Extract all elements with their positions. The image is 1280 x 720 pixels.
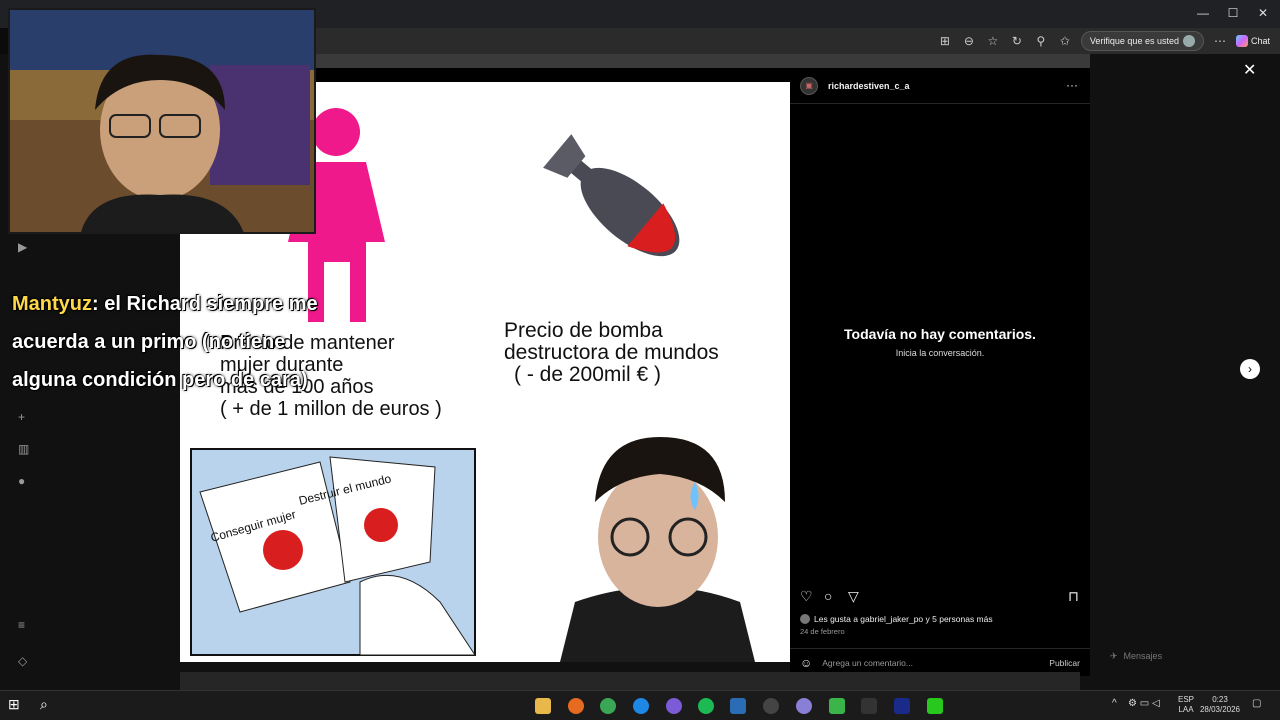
extensions-icon[interactable]: ⚲ [1033,34,1049,48]
meme-right-text: Precio de bomba destructora de mundos ( … [504,320,719,386]
clock-date: 28/03/2026 [1199,705,1241,714]
copilot-chat-button[interactable]: Chat [1235,35,1270,47]
messages-icon: ✈ [1110,650,1118,661]
minimize-button[interactable]: — [1188,6,1218,20]
apps-icon[interactable]: ⊞ [937,34,953,48]
verify-profile-button[interactable]: Verifique que es usted [1080,31,1204,51]
chat-label: Chat [1250,36,1270,46]
windows-taskbar: ⊞ ⌕ ^ ⚙ ▭ ◁ ESP LAA 0:23 28/03/2026 ▢ [0,690,1280,720]
more-menu-icon[interactable]: ⋯ [1212,34,1228,48]
meme-right-line3: ( - de 200mil € ) [514,363,662,386]
emoji-icon[interactable]: ☺ [800,656,812,670]
two-buttons-panel: Conseguir mujer Destruir el mundo [190,448,476,656]
post-date: 24 de febrero [800,627,845,636]
liker-avatar [800,614,810,624]
meta-icon[interactable]: ◇ [18,654,27,668]
spotify-icon[interactable] [698,698,714,714]
terminal-icon[interactable] [861,698,877,714]
author-avatar[interactable]: ▣ [800,76,818,95]
refresh-icon[interactable]: ↻ [1009,34,1025,48]
firefox-icon[interactable] [568,698,584,714]
post-actions: ♡ ○ ▽ ⊓ [800,588,1085,608]
no-comments-title: Todavía no hay comentarios. [844,326,1036,342]
copilot-icon [1235,35,1248,47]
likes-text: Les gusta a gabriel_jaker_po y 5 persona… [814,614,993,624]
app-icon[interactable] [666,698,682,714]
meme-right-line1: Precio de bomba [504,319,663,342]
chat-author: Mantyuz [12,293,92,315]
stream-chat-overlay: Mantyuz: el Richard siempre me acuerda a… [12,285,332,399]
comment-icon[interactable]: ○ [824,588,832,604]
background-feed-bottom [180,672,1080,690]
chat-line2: acuerda a un primo (no tiene [12,331,286,353]
chat-line3: alguna condición pero de cara) [12,369,308,391]
like-heart-icon[interactable]: ♡ [800,588,813,605]
likes-summary[interactable]: Les gusta a gabriel_jaker_po y 5 persona… [800,614,993,624]
meme-right-line2: destructora de mundos [504,341,719,364]
publish-button[interactable]: Publicar [1049,658,1080,668]
verify-label: Verifique que es usted [1089,36,1179,46]
file-explorer-icon[interactable] [535,698,551,714]
person-photo [560,437,755,662]
post-header: ▣ richardestiven_c_a ··· [790,68,1090,104]
chat-line1: : el Richard siempre me [92,293,318,315]
app2-icon[interactable] [796,698,812,714]
notifications-icon[interactable]: ▢ [1252,699,1261,709]
messages-label: Mensajes [1123,651,1163,661]
profile-icon[interactable]: ● [18,474,25,488]
share-icon[interactable]: ▽ [848,588,859,605]
create-plus-icon[interactable]: + [18,410,25,424]
tray-icons[interactable]: ⚙ ▭ ◁ [1128,699,1160,709]
close-window-button[interactable]: ✕ [1248,6,1278,20]
clock[interactable]: 0:23 28/03/2026 [1198,695,1242,715]
obs-icon[interactable] [763,698,779,714]
search-icon[interactable]: ⌕ [40,696,56,712]
messages-button[interactable]: ✈ Mensajes [1110,645,1250,667]
start-windows-icon[interactable]: ⊞ [8,696,24,712]
edge-icon[interactable] [633,698,649,714]
zoom-icon[interactable]: ⊖ [961,34,977,48]
language-layout: LAA [1178,705,1194,714]
more-options-icon[interactable]: ··· [1066,78,1078,92]
language-indicator[interactable]: ESP LAA [1176,695,1196,715]
close-modal-icon[interactable]: ✕ [1243,60,1256,80]
kick-icon[interactable] [927,698,943,714]
menu-icon[interactable]: ≡ [18,618,25,632]
post-image-top-border [315,68,790,82]
favorite-star-icon[interactable]: ☆ [985,34,1001,48]
browser-toolbar: ⊞ ⊖ ☆ ↻ ⚲ ✩ Verifique que es usted ⋯ Cha… [315,28,1280,54]
streamer-webcam [8,8,316,234]
clock-time: 0:23 [1212,695,1228,704]
webcam-scene [10,10,314,232]
save-bookmark-icon[interactable]: ⊓ [1068,588,1079,605]
favorites-icon[interactable]: ✩ [1057,34,1073,48]
no-comments-subtitle: Inicia la conversación. [895,348,985,358]
background-feed-strip [315,54,1090,68]
next-post-arrow-icon[interactable]: › [1240,359,1260,379]
steam-icon[interactable] [730,698,746,714]
n-app-icon[interactable] [894,698,910,714]
author-username[interactable]: richardestiven_c_a [828,81,910,91]
profile-avatar [1182,35,1195,47]
reels-icon[interactable]: ▶ [18,240,27,254]
play-icon[interactable] [829,698,845,714]
tray-chevron-icon[interactable]: ^ [1112,699,1117,709]
meme-left-line4: ( + de 1 millon de euros ) [220,398,442,420]
dashboard-icon[interactable]: ▥ [18,442,29,456]
maximize-button[interactable]: ☐ [1218,6,1248,20]
post-comments-panel: ▣ richardestiven_c_a ··· Todavía no hay … [790,68,1090,676]
language-code: ESP [1177,695,1194,704]
chrome-icon[interactable] [600,698,616,714]
comment-input[interactable]: Agrega un comentario... [822,658,1039,668]
bomb-icon [543,134,680,257]
